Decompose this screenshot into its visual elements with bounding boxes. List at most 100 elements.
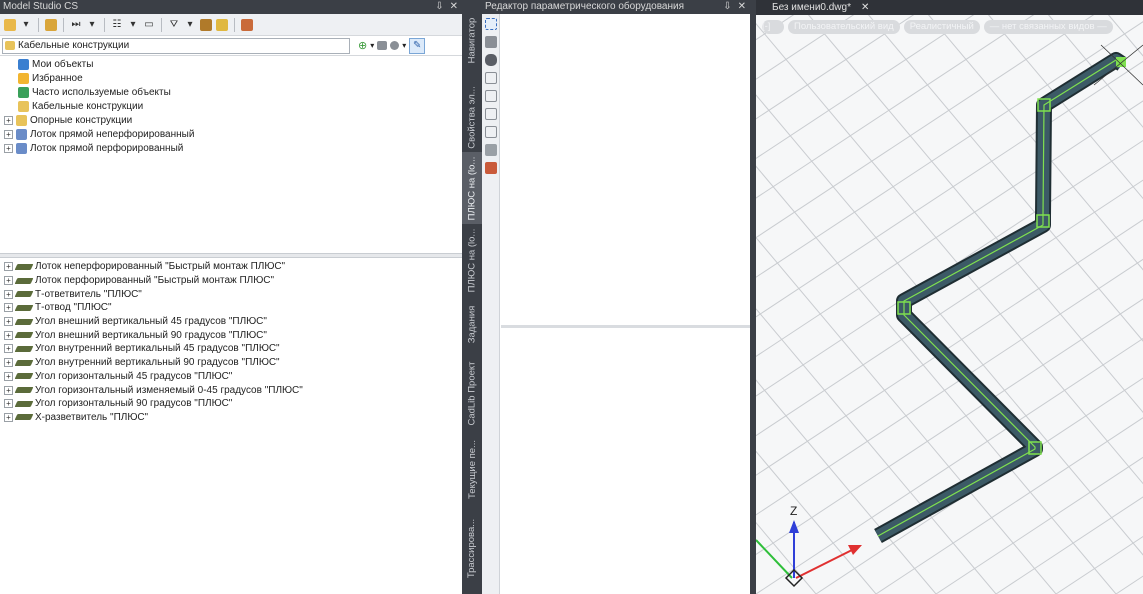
list-item[interactable]: + Х-разветвитель "ПЛЮС" [4,411,462,425]
expand-icon[interactable]: + [4,385,13,395]
close-icon[interactable]: ✕ [450,0,458,14]
copy-icon[interactable] [484,143,498,157]
dropdown-arrow-icon[interactable]: ▾ [370,41,374,50]
open-icon[interactable] [3,17,17,33]
list-item[interactable]: + Т-ответвитель "ПЛЮС" [4,287,462,301]
list-item[interactable]: + Лоток неперфорированный "Быстрый монтаж… [4,260,462,274]
expand-icon[interactable]: + [4,330,13,340]
linked-views-selector[interactable]: — нет связанных видов — [983,20,1113,34]
link-icon[interactable]: ✎ [409,37,426,54]
separator [104,17,105,32]
find-icon[interactable] [199,17,213,33]
address-tools: ⊕ ▾ ▾ ✎ [358,37,426,54]
expand-icon[interactable]: + [4,129,13,139]
viewport-menu-button[interactable]: [-] [762,20,784,34]
vertical-tab[interactable]: CadLib Проект [462,352,482,434]
expand-icon[interactable]: + [4,276,13,286]
dropdown-arrow-icon[interactable]: ▾ [85,17,99,33]
tree-node[interactable]: Избранное [0,71,462,85]
dropdown-arrow-icon[interactable]: ▾ [19,17,33,33]
list-item[interactable]: + Угол внутренний вертикальный 45 градусо… [4,342,462,356]
properties-icon[interactable] [240,17,254,33]
dropdown-arrow-icon[interactable]: ▾ [126,17,140,33]
tree-node[interactable]: + Лоток прямой перфорированный [0,141,462,155]
visual-style-selector[interactable]: Реалистичный [903,20,980,34]
list-item[interactable]: + Угол горизонтальный 45 градусов "ПЛЮС" [4,370,462,384]
list-item-label: Лоток неперфорированный "Быстрый монтаж … [35,261,286,273]
model-space-canvas[interactable]: Z [756,0,1143,594]
cable-tray-icon [14,332,34,339]
panel-toolbar: ▾ ⏭ ▾ ☷ ▾ ▭ ⛛ ▾ [0,14,462,36]
list-item[interactable]: + Угол внутренний вертикальный 90 градусо… [4,356,462,370]
list-item[interactable]: + Угол горизонтальный изменяемый 0-45 гра… [4,383,462,397]
folder-gray-icon[interactable] [377,41,388,50]
expand-icon[interactable]: + [4,358,13,368]
star-icon [18,72,29,84]
vertical-tab[interactable]: ПЛЮС на (lo... [462,152,482,224]
tree-view-icon[interactable]: ☷ [110,17,124,33]
dropdown-arrow-icon[interactable]: ▾ [183,17,197,33]
filter-icon[interactable]: ⛛ [167,17,181,33]
expand-icon[interactable]: + [4,115,13,125]
close-icon[interactable]: ✕ [738,0,746,14]
vertical-tab[interactable]: Свойства эл... [462,82,482,152]
list-view-icon[interactable]: ▭ [142,17,156,33]
insert-icon[interactable] [44,17,58,33]
tray-body [875,54,1126,542]
pin-icon[interactable]: ⇩ [435,0,443,14]
model-studio-panel: Model Studio CS ⇩ ✕ ▾ ⏭ ▾ ☷ ▾ ▭ ⛛ ▾ Кабе… [0,0,462,594]
expand-icon[interactable]: + [4,371,13,381]
tree-node[interactable]: Часто используемые объекты [0,85,462,99]
catalog-combobox-value: Кабельные конструкции [18,40,130,51]
dimension-icon[interactable] [484,71,498,85]
expand-icon[interactable]: + [4,344,13,354]
funnel-icon[interactable] [215,17,229,33]
drawing-viewport[interactable]: Z Без имени0.dwg* ✕ [-] Пользовательский… [756,0,1143,594]
vertical-tab-label: ПЛЮС на (lo... [466,156,478,220]
list-item[interactable]: + Угол внешний вертикальный 90 градусов "… [4,328,462,342]
tree-node[interactable]: + Лоток прямой неперфорированный [0,127,462,141]
parameters-icon[interactable] [484,161,498,175]
expand-icon[interactable]: + [4,412,13,422]
document-tab[interactable]: Без имени0.dwg* ✕ [764,0,878,15]
folder-icon [16,114,27,126]
grid-line [1115,575,1143,594]
panel-splitter[interactable] [0,253,462,258]
dimension-icon[interactable] [484,89,498,103]
list-item[interactable]: + Т-отвод "ПЛЮС" [4,301,462,315]
list-item[interactable]: + Угол внешний вертикальный 45 градусов "… [4,315,462,329]
binoculars-icon[interactable] [484,53,498,67]
vertical-tab[interactable]: Навигатор [462,14,482,66]
list-item-label: Т-отвод "ПЛЮС" [35,302,112,314]
expand-icon[interactable]: + [4,143,13,153]
vertical-tab[interactable]: Трассирова... [462,504,482,592]
catalog-icon [16,142,27,154]
tree-node[interactable]: Мои объекты [0,57,462,71]
tree-node[interactable]: + Опорные конструкции [0,113,462,127]
dropdown-arrow-icon[interactable]: ▾ [402,41,406,50]
add-icon[interactable]: ⊕ [358,39,367,52]
dimension-icon[interactable] [484,107,498,121]
play-icon[interactable]: ⏭ [69,17,83,33]
expand-icon[interactable]: + [4,317,13,327]
select-region-icon[interactable] [484,17,498,31]
list-item[interactable]: + Угол горизонтальный 90 градусов "ПЛЮС" [4,397,462,411]
vertical-tab[interactable]: Текущие пе... [462,434,482,504]
list-item[interactable]: + Лоток перфорированный "Быстрый монтаж П… [4,274,462,288]
close-icon[interactable]: ✕ [861,0,869,15]
expand-icon[interactable]: + [4,399,13,409]
pin-icon[interactable]: ⇩ [723,0,731,14]
expand-icon[interactable]: + [4,303,13,313]
vertical-tab[interactable]: Задания [462,296,482,352]
tree-node[interactable]: Кабельные конструкции [0,99,462,113]
dimension-icon[interactable] [484,125,498,139]
catalog-combobox[interactable]: Кабельные конструкции [2,37,350,54]
grid-line [1095,0,1143,57]
vertical-tab[interactable]: ПЛЮС на (lo... [462,224,482,296]
expand-icon[interactable]: + [4,262,13,272]
frequent-icon [18,86,29,98]
save-icon[interactable] [484,35,498,49]
expand-icon[interactable]: + [4,289,13,299]
sphere-icon[interactable] [390,41,400,50]
view-selector[interactable]: Пользовательский вид [788,20,900,34]
